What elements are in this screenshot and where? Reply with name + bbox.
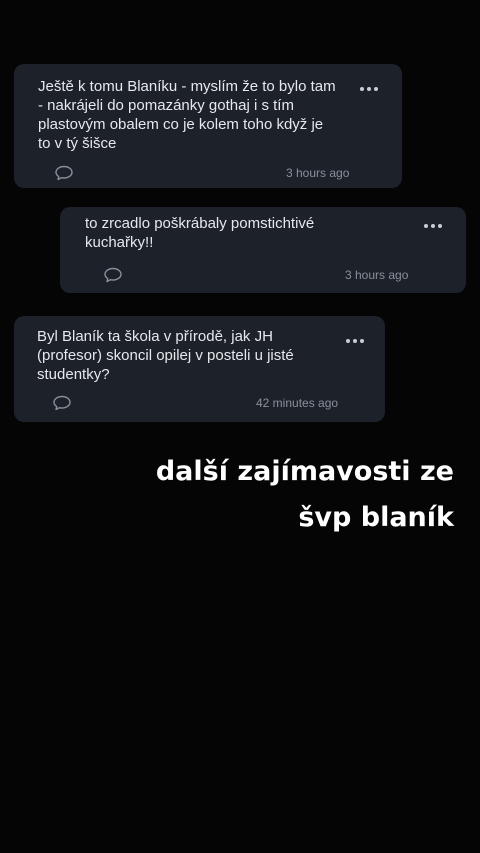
reply-comment-icon[interactable] bbox=[54, 165, 74, 181]
comment-card: Ještě k tomu Blaníku - myslím že to bylo… bbox=[14, 64, 402, 188]
more-options-icon[interactable] bbox=[346, 336, 364, 346]
more-options-icon[interactable] bbox=[360, 84, 378, 94]
more-options-icon[interactable] bbox=[424, 221, 442, 231]
story-caption-line-2: švp blaník bbox=[298, 502, 454, 533]
comment-text: to zrcadlo poškrábaly pomstichtivé kucha… bbox=[85, 215, 315, 251]
comment-timestamp: 42 minutes ago bbox=[256, 396, 339, 410]
comment-text: Byl Blaník ta škola v přírodě, jak JH (p… bbox=[37, 328, 294, 383]
comment-timestamp: 3 hours ago bbox=[345, 268, 409, 282]
reply-comment-icon[interactable] bbox=[103, 267, 123, 283]
comment-text: Ještě k tomu Blaníku - myslím že to bylo… bbox=[38, 78, 336, 152]
comment-timestamp: 3 hours ago bbox=[286, 166, 350, 180]
reply-comment-icon[interactable] bbox=[52, 395, 72, 411]
comment-card: to zrcadlo poškrábaly pomstichtivé kucha… bbox=[60, 207, 466, 293]
comment-card: Byl Blaník ta škola v přírodě, jak JH (p… bbox=[14, 316, 385, 422]
story-caption-line-1: další zajímavosti ze bbox=[155, 456, 454, 487]
